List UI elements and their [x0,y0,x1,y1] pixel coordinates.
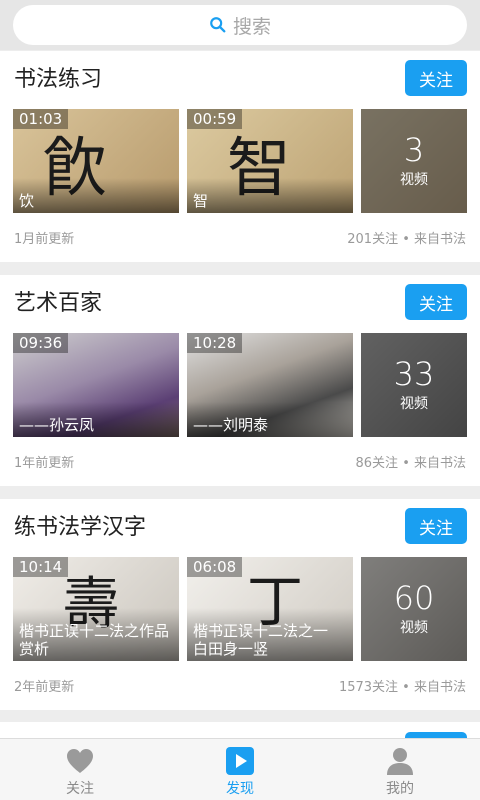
video-duration: 06:08 [187,557,243,577]
search-bar: 搜索 [0,0,480,50]
video-count-tile[interactable]: 60 视频 [361,557,467,661]
channel-card[interactable]: 练书法学汉字 关注 壽 10:14 楷书正误十二法之作品赏析 丁 06:08 楷… [0,499,480,710]
search-input[interactable]: 搜索 [13,5,467,45]
tab-label: 发现 [226,781,254,797]
video-thumbnail[interactable]: 09:36 ——孙云凤 [13,333,179,437]
video-count-label: 视频 [400,396,428,412]
video-caption: 楷书正误十二法之一 白田身一竖 [187,608,353,661]
video-caption: 智 [187,178,353,213]
video-caption: ——刘明泰 [187,402,353,437]
video-count: 33 [393,355,435,393]
video-count-label: 视频 [400,620,428,636]
video-duration: 09:36 [13,333,69,353]
video-caption: 楷书正误十二法之作品赏析 [13,608,179,661]
video-duration: 10:14 [13,557,69,577]
video-count: 60 [393,579,435,617]
video-count-tile[interactable]: 33 视频 [361,333,467,437]
channel-stats: 86关注 • 来自书法 [355,456,466,471]
play-icon [226,747,254,775]
follow-button[interactable]: 关注 [405,284,467,320]
search-icon [210,17,226,33]
channel-card[interactable]: 艺术百家 关注 09:36 ——孙云凤 10:28 ——刘明泰 33 视频 1年… [0,275,480,486]
video-caption: ——孙云凤 [13,402,179,437]
updated-time: 2年前更新 [14,680,75,695]
channel-title: 书法练习 [14,67,103,92]
video-caption: 饮 [13,178,179,213]
heart-icon [67,749,93,773]
follow-button[interactable]: 关注 [405,60,467,96]
video-duration: 00:59 [187,109,243,129]
updated-time: 1年前更新 [14,456,75,471]
tab-label: 关注 [66,781,94,797]
video-duration: 01:03 [13,109,69,129]
video-count: 3 [403,131,425,169]
channel-stats: 1573关注 • 来自书法 [338,680,466,695]
search-placeholder: 搜索 [232,15,271,38]
tab-me[interactable]: 我的 [320,739,480,800]
video-count-label: 视频 [400,172,428,188]
video-thumbnail[interactable]: 壽 10:14 楷书正误十二法之作品赏析 [13,557,179,661]
updated-time: 1月前更新 [14,232,75,247]
tab-discover[interactable]: 发现 [160,739,320,800]
channel-title: 艺术百家 [14,291,103,316]
tab-label: 我的 [386,781,414,797]
video-thumbnail[interactable]: 飮 01:03 饮 [13,109,179,213]
video-duration: 10:28 [187,333,243,353]
video-thumbnail[interactable]: 丁 06:08 楷书正误十二法之一 白田身一竖 [187,557,353,661]
video-count-tile[interactable]: 3 视频 [361,109,467,213]
video-thumbnail[interactable]: 10:28 ——刘明泰 [187,333,353,437]
channel-stats: 201关注 • 来自书法 [347,232,466,247]
channel-card[interactable]: 书法练习 关注 飮 01:03 饮 智 00:59 智 3 视频 1月前更新 2… [0,51,480,262]
video-thumbnail[interactable]: 智 00:59 智 [187,109,353,213]
follow-button[interactable]: 关注 [405,508,467,544]
user-icon [387,748,413,775]
tab-follow[interactable]: 关注 [0,739,160,800]
channel-title: 练书法学汉字 [14,515,147,540]
bottom-tab-bar: 关注 发现 我的 [0,738,480,800]
